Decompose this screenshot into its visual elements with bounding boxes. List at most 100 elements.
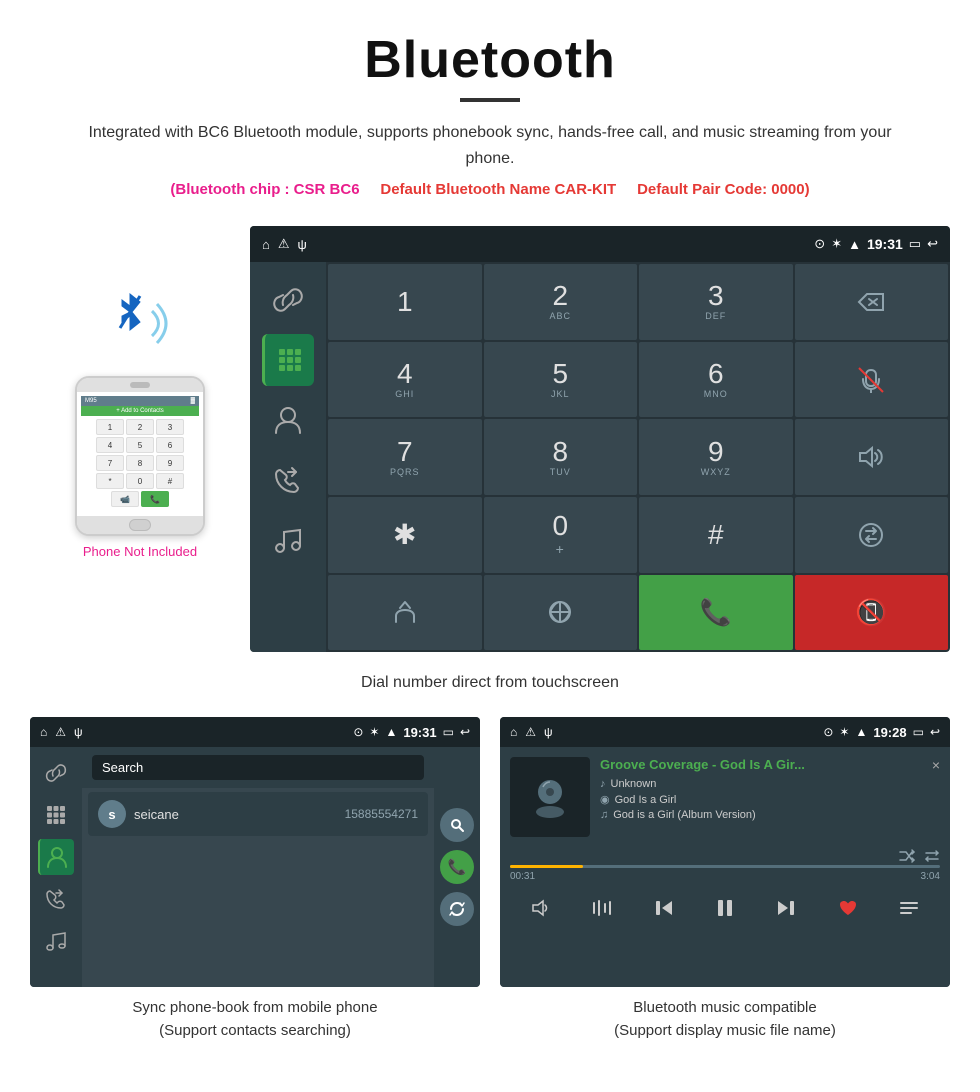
- status-left: ⌂ ⚠ ψ: [262, 236, 307, 252]
- phone-dialpad: 1 2 3 4 5 6 7 8 9: [81, 416, 199, 512]
- dial-key-volume[interactable]: [795, 419, 949, 495]
- phone-key-hash[interactable]: #: [156, 473, 184, 489]
- dial-key-6-main: 6: [708, 360, 724, 388]
- pb-dialpad-btn[interactable]: [38, 797, 74, 833]
- pb-search-input[interactable]: Search: [92, 755, 424, 780]
- phonebook-caption: Sync phone-book from mobile phone (Suppo…: [30, 997, 480, 1042]
- bluetooth-specs: (Bluetooth chip : CSR BC6 Default Blueto…: [20, 181, 960, 198]
- music-track-icon: ♫: [600, 809, 608, 821]
- dial-key-6[interactable]: 6 MNO: [639, 342, 793, 418]
- pb-back-icon[interactable]: ↩: [460, 725, 470, 739]
- dial-key-dtmf[interactable]: [484, 575, 638, 651]
- sidebar-music-icon[interactable]: [262, 514, 314, 566]
- dial-key-merge[interactable]: [328, 575, 482, 651]
- dial-key-8[interactable]: 8 TUV: [484, 419, 638, 495]
- bottom-section: ⌂ ⚠ ψ ⊙ ✶ ▲ 19:31 ▭ ↩: [30, 717, 950, 1042]
- dial-key-2[interactable]: 2 ABC: [484, 264, 638, 340]
- warning-icon: ⚠: [278, 236, 290, 252]
- phone-key-2[interactable]: 2: [126, 419, 154, 435]
- pb-contact-row[interactable]: s seicane 15885554271: [88, 792, 428, 836]
- music-album: God Is a Girl: [615, 794, 677, 806]
- pb-music-btn[interactable]: [38, 923, 74, 959]
- dial-key-end[interactable]: 📵: [795, 575, 949, 651]
- back-icon[interactable]: ↩: [927, 236, 938, 252]
- dial-key-4[interactable]: 4 GHI: [328, 342, 482, 418]
- dial-key-swap[interactable]: [795, 497, 949, 573]
- phone-key-8[interactable]: 8: [126, 455, 154, 471]
- music-playlist-btn[interactable]: [893, 892, 925, 924]
- phone-status-bar: M95 ▓: [81, 396, 199, 406]
- pb-search-action-btn[interactable]: [440, 808, 474, 842]
- dial-key-9-sub: WXYZ: [701, 467, 731, 477]
- phone-key-0[interactable]: 0: [126, 473, 154, 489]
- dial-key-call[interactable]: 📞: [639, 575, 793, 651]
- spec-name: Default Bluetooth Name CAR-KIT: [380, 181, 616, 198]
- music-time-row: 00:31 3:04: [510, 871, 940, 882]
- music-options-row: [500, 847, 950, 865]
- dialer-sidebar: [250, 262, 326, 652]
- repeat-icon[interactable]: [924, 849, 940, 863]
- dial-key-1[interactable]: 1: [328, 264, 482, 340]
- phone-home-button[interactable]: [129, 519, 151, 531]
- music-eq-btn[interactable]: [586, 892, 618, 924]
- pb-call-action-btn[interactable]: 📞: [440, 850, 474, 884]
- sidebar-call-history-icon[interactable]: [262, 454, 314, 506]
- pb-link-btn[interactable]: [38, 755, 74, 791]
- dial-key-hash[interactable]: #: [639, 497, 793, 573]
- dial-key-5[interactable]: 5 JKL: [484, 342, 638, 418]
- dial-key-star[interactable]: ✱: [328, 497, 482, 573]
- pb-contact-avatar: s: [98, 800, 126, 828]
- phonebook-caption-text: Sync phone-book from mobile phone (Suppo…: [132, 999, 377, 1039]
- phone-side: M95 ▓ + Add to Contacts 1 2 3 4: [30, 226, 250, 559]
- music-prev-btn[interactable]: [648, 892, 680, 924]
- pb-refresh-action-btn[interactable]: [440, 892, 474, 926]
- sidebar-dialpad-icon[interactable]: [262, 334, 314, 386]
- phone-key-3[interactable]: 3: [156, 419, 184, 435]
- pb-contacts-btn[interactable]: [38, 839, 74, 875]
- music-next-btn[interactable]: [770, 892, 802, 924]
- music-favorite-btn[interactable]: [832, 892, 864, 924]
- phone-top-bar: [77, 378, 203, 392]
- page-description: Integrated with BC6 Bluetooth module, su…: [80, 120, 900, 171]
- phone-dial-row-1: 1 2 3: [84, 419, 196, 435]
- music-controls: [500, 886, 950, 930]
- sidebar-link-icon[interactable]: [262, 274, 314, 326]
- dial-key-7[interactable]: 7 PQRS: [328, 419, 482, 495]
- phone-dial-row-5: 📹 📞: [84, 491, 196, 507]
- phone-call-button[interactable]: 📞: [141, 491, 169, 507]
- dial-key-0[interactable]: 0 +: [484, 497, 638, 573]
- phone-key-star[interactable]: *: [96, 473, 124, 489]
- music-status-bar: ⌂ ⚠ ψ ⊙ ✶ ▲ 19:28 ▭ ↩: [500, 717, 950, 747]
- phone-key-4[interactable]: 4: [96, 437, 124, 453]
- dial-key-9[interactable]: 9 WXYZ: [639, 419, 793, 495]
- phone-key-6[interactable]: 6: [156, 437, 184, 453]
- sidebar-contacts-icon[interactable]: [262, 394, 314, 446]
- phone-add-contact: + Add to Contacts: [116, 408, 164, 414]
- phone-key-9[interactable]: 9: [156, 455, 184, 471]
- music-artist: Unknown: [611, 778, 657, 790]
- music-usb-icon: ψ: [544, 725, 553, 739]
- pb-call-history-btn[interactable]: [38, 881, 74, 917]
- bluetooth-status-icon: ✶: [831, 236, 842, 252]
- location-icon: ⊙: [814, 236, 825, 252]
- phone-key-7[interactable]: 7: [96, 455, 124, 471]
- shuffle-icon[interactable]: [898, 849, 916, 863]
- phone-key-5[interactable]: 5: [126, 437, 154, 453]
- phone-key-video[interactable]: 📹: [111, 491, 139, 507]
- pb-contact-number: 15885554271: [345, 807, 418, 821]
- music-back-icon[interactable]: ↩: [930, 725, 940, 739]
- dial-key-backspace[interactable]: [795, 264, 949, 340]
- music-status-right: ⊙ ✶ ▲ 19:28 ▭ ↩: [823, 725, 940, 740]
- pb-status-left: ⌂ ⚠ ψ: [40, 725, 83, 739]
- dial-key-8-sub: TUV: [550, 467, 571, 477]
- pb-location-icon: ⊙: [353, 725, 363, 739]
- music-volume-btn[interactable]: [525, 892, 557, 924]
- home-icon: ⌂: [262, 237, 270, 252]
- music-close-btn[interactable]: ×: [932, 757, 940, 773]
- dial-key-3[interactable]: 3 DEF: [639, 264, 793, 340]
- pb-search-bar: Search: [82, 747, 434, 788]
- music-progress-bar[interactable]: [510, 865, 940, 868]
- dial-key-mute[interactable]: [795, 342, 949, 418]
- phone-key-1[interactable]: 1: [96, 419, 124, 435]
- music-play-pause-btn[interactable]: [709, 892, 741, 924]
